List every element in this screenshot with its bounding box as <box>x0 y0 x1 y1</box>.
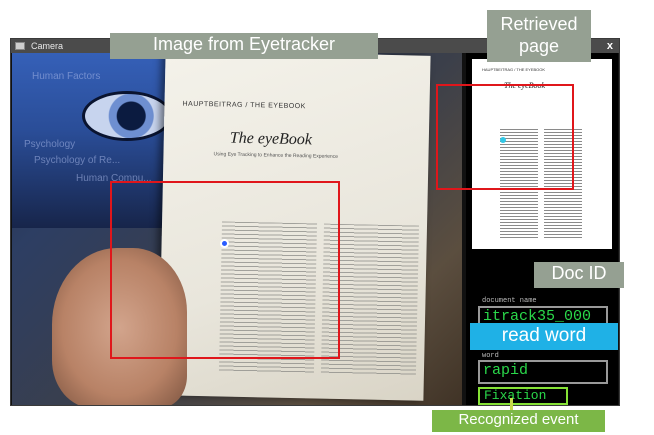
tracked-region-box <box>110 181 340 359</box>
document-name-label: document name <box>482 297 537 305</box>
image-from-eyetracker-callout: Image from Eyetracker <box>110 33 378 59</box>
eye-image-icon <box>82 91 172 141</box>
thumbnail-header: HAUPTBEITRAG / THE EYEBOOK <box>482 67 546 72</box>
word-label: word <box>482 352 499 360</box>
doc-id-callout: Doc ID <box>534 262 624 288</box>
window-title: Camera <box>31 41 64 51</box>
recognized-event-callout: Recognized event <box>432 410 605 432</box>
retrieved-page-callout: Retrieved page <box>487 10 591 62</box>
paper-title: The eyeBook <box>229 129 313 149</box>
paper-header: HAUPTBEITRAG / THE EYEBOOK <box>182 100 306 111</box>
camera-app-icon <box>15 42 25 50</box>
event-field: Fixation <box>478 387 568 405</box>
monitor-text: Psychology <box>24 139 76 150</box>
monitor-text: Human Factors <box>32 71 101 82</box>
read-word-callout: read word <box>470 323 618 350</box>
eyetracker-camera-view: Human Factors Psychology Psychology of R… <box>12 53 462 405</box>
retrieved-page-callout-text: Retrieved page <box>500 14 578 56</box>
event-connector <box>510 398 513 410</box>
monitor-text: Psychology of Re... <box>34 155 121 166</box>
close-button[interactable]: x <box>607 39 613 53</box>
paper-subtitle: Using Eye Tracking to Enhance the Readin… <box>213 151 339 160</box>
word-field: rapid <box>478 360 608 384</box>
retrieved-region-box <box>436 84 574 190</box>
